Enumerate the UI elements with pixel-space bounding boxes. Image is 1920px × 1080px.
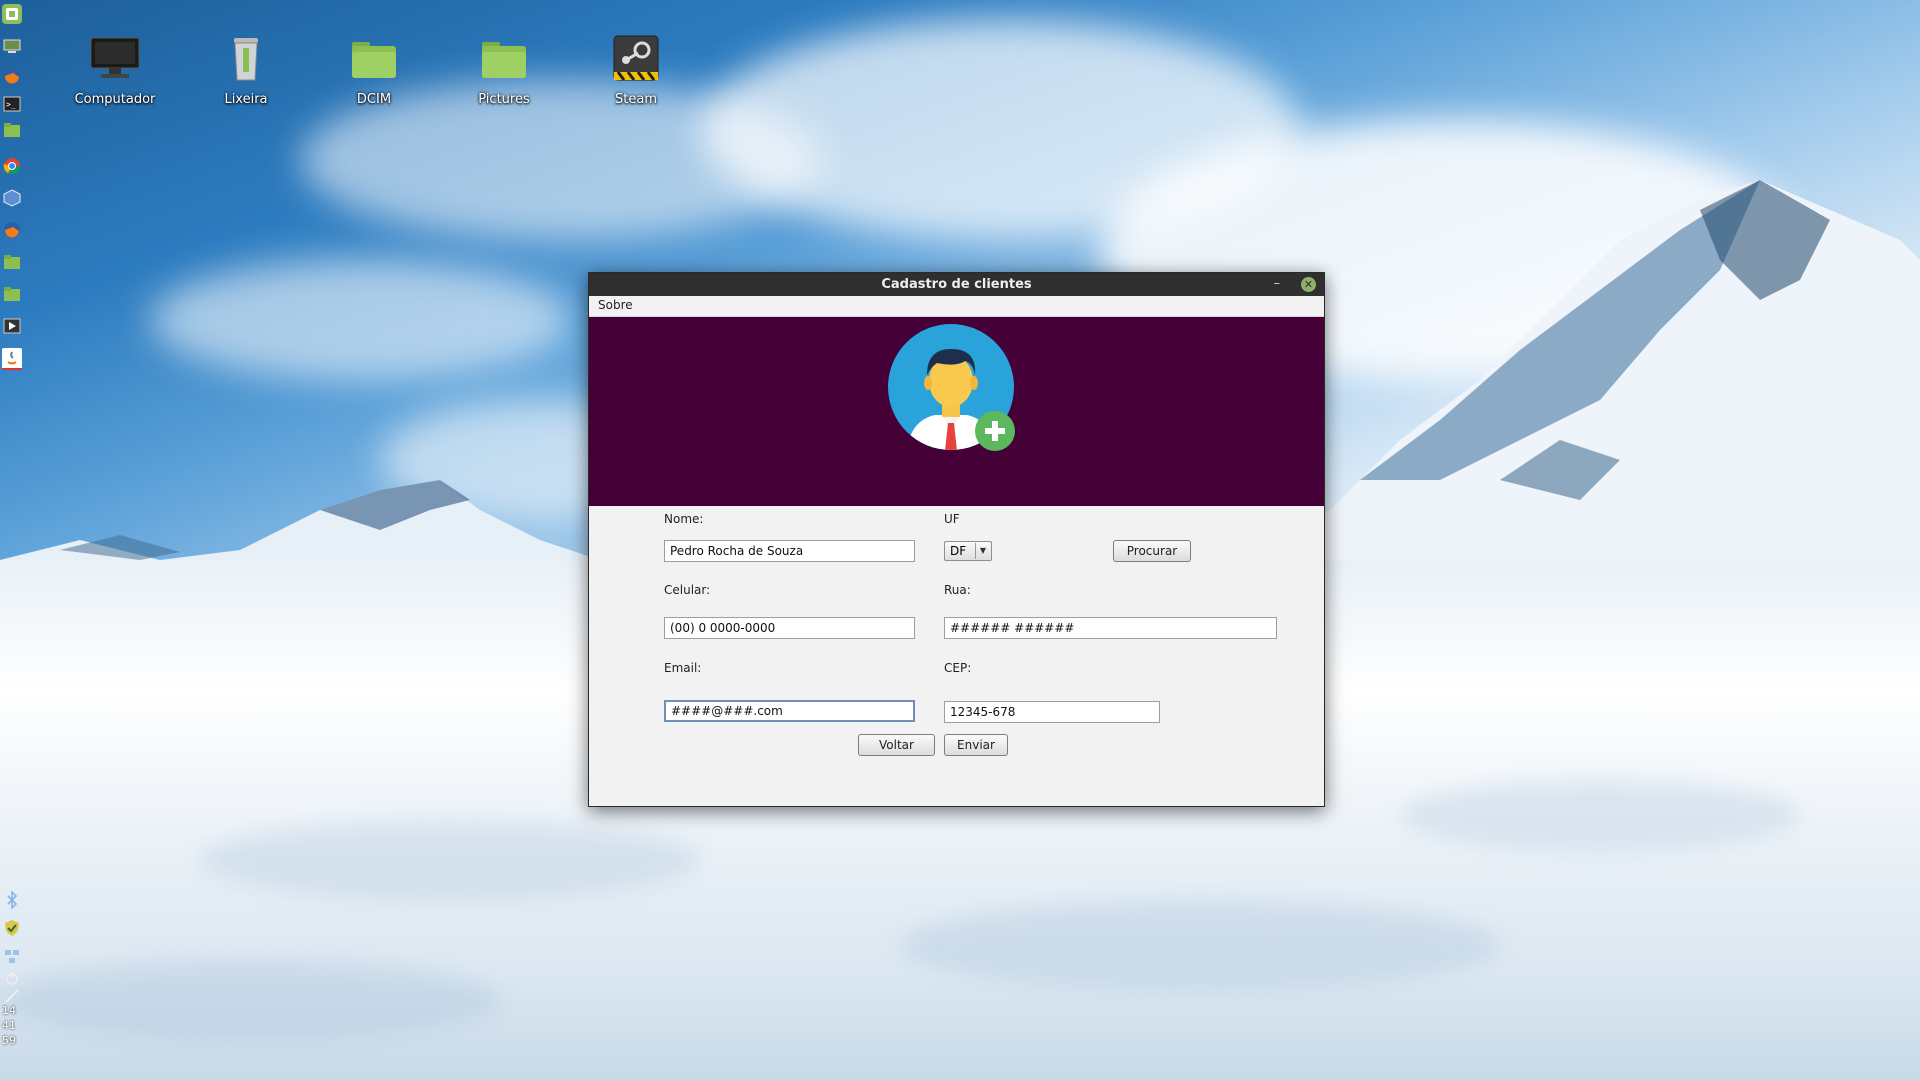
rua-field[interactable]: ###### ###### xyxy=(944,617,1277,639)
power-icon[interactable] xyxy=(2,968,22,988)
minimize-button[interactable]: – xyxy=(1274,276,1281,291)
chevron-down-icon[interactable]: ▼ xyxy=(975,543,990,559)
desktop-icon-label: Computador xyxy=(74,92,156,107)
chrome-icon[interactable] xyxy=(2,156,22,176)
add-user-avatar-icon xyxy=(888,324,1015,451)
email-field[interactable]: ####@###.com xyxy=(664,700,915,722)
menu-sobre[interactable]: Sobre xyxy=(589,296,642,314)
menubar: Sobre xyxy=(589,296,1324,317)
panel-clock[interactable]: 14 41 59 xyxy=(2,1003,24,1048)
client-form: Nome: Pedro Rocha de Souza UF DF ▼ Procu… xyxy=(589,506,1324,806)
left-panel: >_ 14 41 59 xyxy=(0,0,24,1080)
uf-select[interactable]: DF ▼ xyxy=(944,541,992,561)
celular-field[interactable]: (00) 0 0000-0000 xyxy=(664,617,915,639)
folder-icon[interactable] xyxy=(2,252,22,272)
window-titlebar[interactable]: Cadastro de clientes – ✕ xyxy=(589,273,1324,296)
cep-label: CEP: xyxy=(944,661,972,675)
nome-label: Nome: xyxy=(664,512,704,526)
desktop-icon-label: Steam xyxy=(615,92,657,107)
clock-seconds: 59 xyxy=(2,1034,16,1047)
uf-selected-value: DF xyxy=(950,544,967,558)
network-icon[interactable] xyxy=(2,946,22,966)
clock-minutes: 41 xyxy=(2,1019,16,1032)
desktop-icon-label: Pictures xyxy=(478,92,530,107)
folder-icon xyxy=(346,30,402,86)
voltar-button[interactable]: Voltar xyxy=(858,734,935,756)
email-label: Email: xyxy=(664,661,702,675)
celular-label: Celular: xyxy=(664,583,711,597)
desktop-icon-lixeira[interactable]: Lixeira xyxy=(191,30,301,107)
virtualbox-icon[interactable] xyxy=(2,188,22,208)
window-title: Cadastro de clientes xyxy=(881,277,1032,292)
folder-icon xyxy=(476,30,532,86)
desktop-icon-label: Lixeira xyxy=(224,92,268,107)
svg-text:>_: >_ xyxy=(6,100,16,109)
desktop-icon-dcim[interactable]: DCIM xyxy=(319,30,429,107)
desktop-icon-computador[interactable]: Computador xyxy=(60,30,170,107)
desktop-icon-steam[interactable]: Steam xyxy=(581,30,691,107)
folder-icon[interactable] xyxy=(2,284,22,304)
rua-label: Rua: xyxy=(944,583,971,597)
cep-field[interactable]: 12345-678 xyxy=(944,701,1160,723)
procurar-button[interactable]: Procurar xyxy=(1113,540,1191,562)
cadastro-window: Cadastro de clientes – ✕ Sobre Nome: Ped… xyxy=(588,272,1325,807)
monitor-icon xyxy=(87,30,143,86)
terminal-icon[interactable]: >_ xyxy=(2,94,22,114)
header-banner xyxy=(589,317,1324,506)
show-desktop-icon[interactable] xyxy=(2,36,22,56)
update-shield-icon[interactable] xyxy=(2,918,22,938)
trash-icon xyxy=(218,30,274,86)
bluetooth-icon[interactable] xyxy=(2,890,22,910)
desktop-icon-label: DCIM xyxy=(356,92,392,107)
uf-label: UF xyxy=(944,512,960,526)
media-player-icon[interactable] xyxy=(2,316,22,336)
enviar-button[interactable]: Enviar xyxy=(944,734,1008,756)
clock-hours: 14 xyxy=(2,1004,16,1017)
mint-menu-icon[interactable] xyxy=(2,4,22,24)
firefox-icon[interactable] xyxy=(2,220,22,240)
desktop-icon-pictures[interactable]: Pictures xyxy=(449,30,559,107)
java-icon[interactable] xyxy=(2,348,22,370)
close-button[interactable]: ✕ xyxy=(1301,277,1316,292)
nome-field[interactable]: Pedro Rocha de Souza xyxy=(664,540,915,562)
firefox-icon[interactable] xyxy=(2,66,22,86)
steam-icon xyxy=(608,30,664,86)
folder-icon[interactable] xyxy=(2,120,22,140)
